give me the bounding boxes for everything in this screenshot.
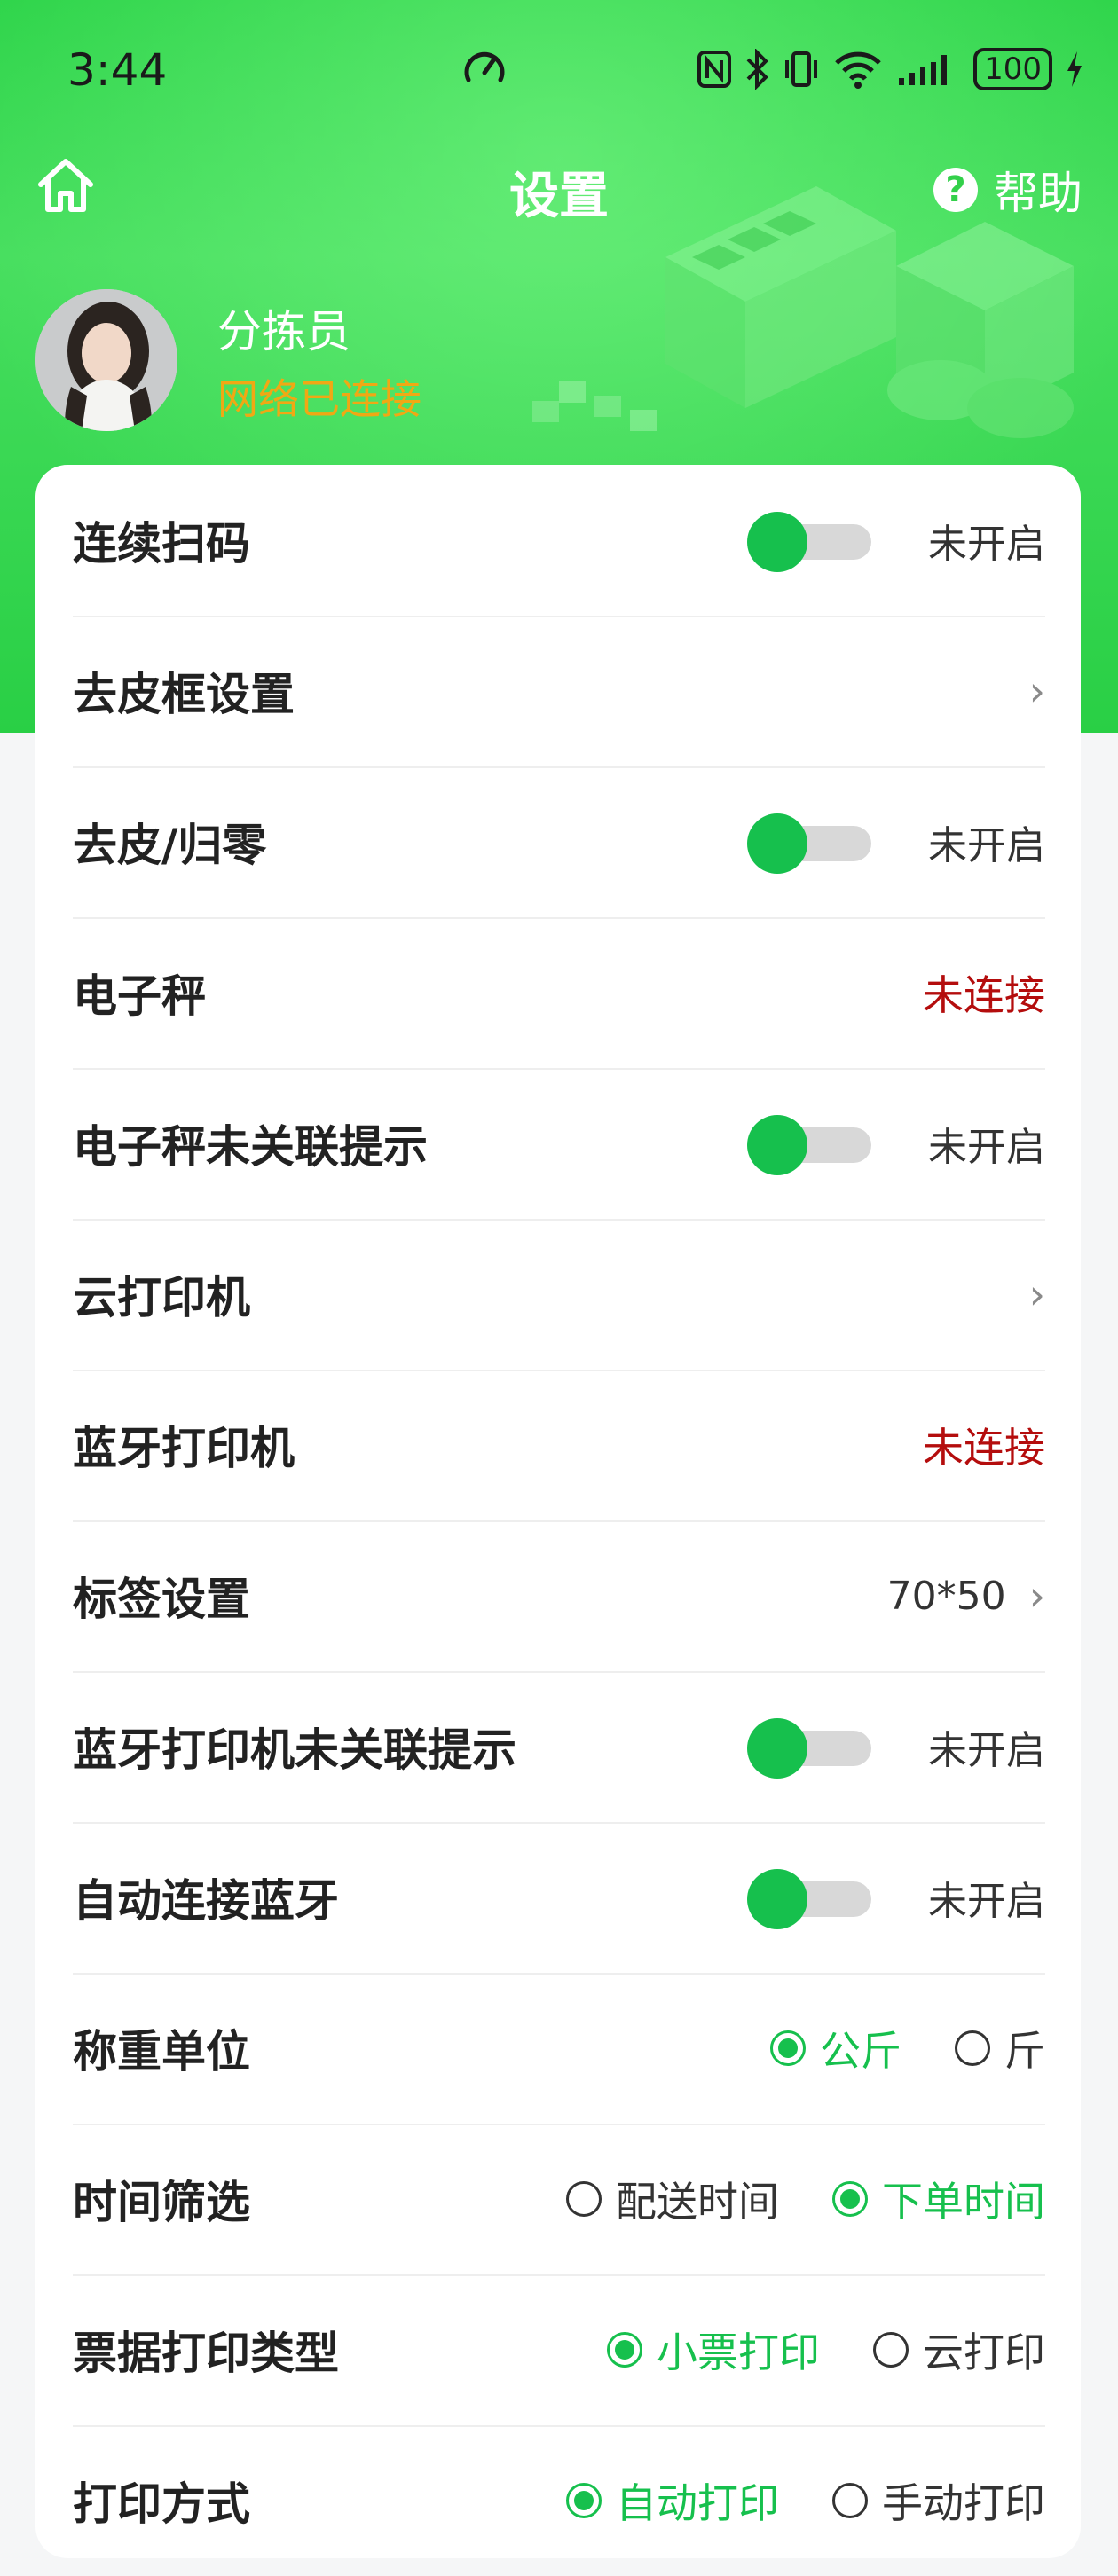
setting-auto-connect-bt: 自动连接蓝牙 未开启 — [73, 1822, 1045, 1975]
setting-cloud-printer[interactable]: 云打印机 › — [73, 1219, 1045, 1371]
scale-unlinked-tip-toggle[interactable] — [747, 1115, 871, 1175]
battery-indicator: 100 — [973, 48, 1052, 90]
setting-label: 蓝牙打印机 — [73, 1423, 295, 1474]
setting-label: 电子秤 — [73, 970, 206, 1022]
radio-unchecked-icon — [566, 2181, 602, 2217]
vibrate-icon — [785, 51, 818, 87]
setting-label: 票据打印类型 — [73, 2328, 339, 2379]
chevron-right-icon: › — [1028, 1270, 1045, 1318]
warehouse-illustration — [532, 186, 1074, 438]
connection-status: 未连接 — [923, 971, 1045, 1019]
print-mode-option-manual[interactable]: 手动打印 — [832, 2471, 1045, 2530]
setting-label: 称重单位 — [73, 2026, 250, 2077]
setting-label-size[interactable]: 标签设置 70*50 › — [73, 1520, 1045, 1673]
nfc-icon — [697, 51, 732, 88]
toggle-state: 未开启 — [928, 1879, 1045, 1924]
bt-printer-unlinked-tip-toggle[interactable] — [747, 1718, 871, 1779]
radio-unchecked-icon — [873, 2332, 909, 2368]
radio-label: 斤 — [1004, 2027, 1045, 2075]
setting-label: 连续扫码 — [73, 518, 250, 569]
radio-unchecked-icon — [955, 2030, 990, 2066]
toggle-state: 未开启 — [928, 1125, 1045, 1170]
ticket-type-option-cloud[interactable]: 云打印 — [873, 2321, 1045, 2379]
setting-label: 去皮框设置 — [73, 669, 295, 720]
chevron-right-icon: › — [1028, 667, 1045, 715]
time-filter-option-delivery[interactable]: 配送时间 — [566, 2170, 779, 2228]
weight-unit-option-kg[interactable]: 公斤 — [770, 2019, 901, 2077]
setting-print-mode: 打印方式 自动打印 手动打印 — [73, 2425, 1045, 2576]
toggle-state: 未开启 — [928, 1728, 1045, 1773]
setting-tare-zero: 去皮/归零 未开启 — [73, 766, 1045, 919]
radio-label: 配送时间 — [616, 2178, 779, 2226]
setting-ticket-type: 票据打印类型 小票打印 云打印 — [73, 2274, 1045, 2427]
radio-label: 公斤 — [820, 2027, 901, 2075]
time-filter-option-order[interactable]: 下单时间 — [832, 2170, 1045, 2228]
setting-time-filter: 时间筛选 配送时间 下单时间 — [73, 2124, 1045, 2276]
radio-unchecked-icon — [832, 2483, 868, 2518]
setting-label: 标签设置 — [73, 1574, 250, 1625]
connection-status: 未连接 — [923, 1424, 1045, 1472]
status-time: 3:44 — [67, 44, 168, 96]
wifi-icon — [835, 51, 881, 89]
label-size-value: 70*50 — [886, 1573, 1006, 1619]
print-mode-option-auto[interactable]: 自动打印 — [566, 2471, 779, 2530]
setting-label: 云打印机 — [73, 1272, 250, 1323]
setting-label: 电子秤未关联提示 — [73, 1121, 428, 1173]
setting-bt-printer[interactable]: 蓝牙打印机 未连接 — [73, 1370, 1045, 1522]
setting-label: 时间筛选 — [73, 2177, 250, 2228]
setting-bt-printer-unlinked-tip: 蓝牙打印机未关联提示 未开启 — [73, 1671, 1045, 1824]
setting-label: 自动连接蓝牙 — [73, 1875, 339, 1927]
chevron-right-icon: › — [1028, 1572, 1045, 1620]
radio-checked-icon — [770, 2030, 806, 2066]
setting-label: 打印方式 — [73, 2478, 250, 2530]
tare-zero-toggle[interactable] — [747, 813, 871, 874]
weight-unit-option-jin[interactable]: 斤 — [955, 2019, 1045, 2077]
status-bar: 3:44 100 — [0, 0, 1118, 142]
radio-label: 云打印 — [923, 2329, 1045, 2376]
radio-label: 小票打印 — [657, 2329, 820, 2376]
radio-label: 手动打印 — [882, 2479, 1045, 2527]
signal-icon — [899, 55, 948, 85]
setting-label: 去皮/归零 — [73, 820, 267, 871]
settings-card: 连续扫码 未开启 去皮框设置 › 去皮/归零 未开启 电子秤 未连接 电子秤未关… — [35, 465, 1081, 2558]
toggle-state: 未开启 — [928, 522, 1045, 567]
continuous-scan-toggle[interactable] — [747, 512, 871, 572]
avatar[interactable] — [35, 289, 177, 431]
setting-label: 蓝牙打印机未关联提示 — [73, 1724, 516, 1776]
ticket-type-option-receipt[interactable]: 小票打印 — [607, 2321, 820, 2379]
auto-connect-bt-toggle[interactable] — [747, 1869, 871, 1929]
status-icons: 100 — [697, 46, 1084, 92]
user-name: 分拣员 — [217, 306, 350, 357]
radio-label: 自动打印 — [616, 2479, 779, 2527]
radio-label: 下单时间 — [882, 2178, 1045, 2226]
radio-checked-icon — [566, 2483, 602, 2518]
setting-tare-box[interactable]: 去皮框设置 › — [73, 616, 1045, 768]
charging-icon — [1067, 51, 1082, 87]
avatar-image — [35, 289, 177, 431]
radio-checked-icon — [607, 2332, 642, 2368]
speed-icon — [464, 51, 505, 82]
bluetooth-icon — [746, 49, 768, 90]
toggle-state: 未开启 — [928, 823, 1045, 868]
network-status: 网络已连接 — [217, 375, 421, 423]
radio-checked-icon — [832, 2181, 868, 2217]
setting-continuous-scan: 连续扫码 未开启 — [73, 465, 1045, 617]
setting-weight-unit: 称重单位 公斤 斤 — [73, 1973, 1045, 2125]
setting-scale[interactable]: 电子秤 未连接 — [73, 917, 1045, 1070]
setting-scale-unlinked-tip: 电子秤未关联提示 未开启 — [73, 1068, 1045, 1221]
